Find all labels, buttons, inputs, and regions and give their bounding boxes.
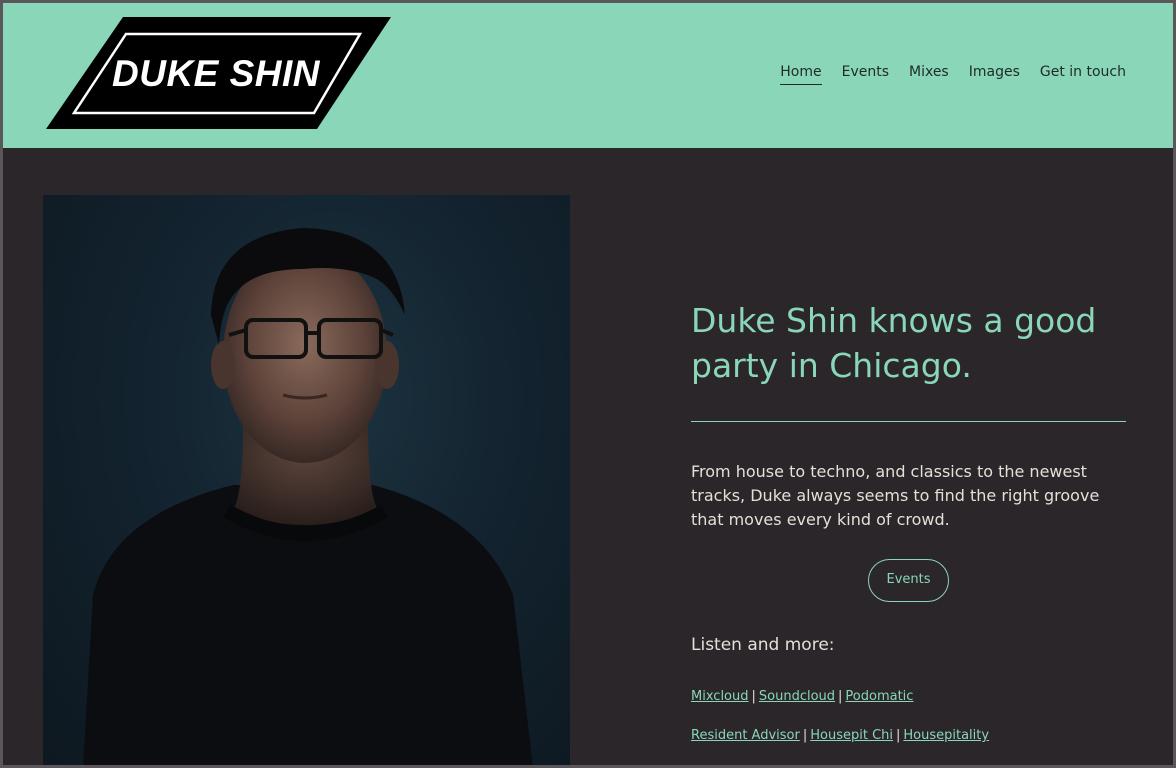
nav-images[interactable]: Images: [969, 64, 1020, 85]
link-resident-advisor[interactable]: Resident Advisor: [691, 728, 800, 743]
link-separator: |: [838, 689, 843, 704]
nav-events[interactable]: Events: [842, 64, 889, 85]
events-button[interactable]: Events: [868, 559, 949, 602]
listen-links-row-2: Resident Advisor | Housepit Chi | Housepital…: [691, 727, 989, 745]
link-separator: |: [751, 689, 756, 704]
nav-mixes[interactable]: Mixes: [909, 64, 949, 85]
link-mixcloud[interactable]: Mixcloud: [691, 689, 749, 704]
nav-home[interactable]: Home: [780, 64, 822, 85]
link-housepit-chi[interactable]: Housepit Chi: [810, 728, 893, 743]
hero-headline: Duke Shin knows a good party in Chicago.: [691, 301, 1097, 385]
listen-links-row-1: Mixcloud | Soundcloud | Podomatic: [691, 688, 913, 706]
listen-heading: Listen and more:: [691, 635, 835, 655]
person-portrait-image: [83, 228, 533, 768]
logo-text: DUKE SHIN: [112, 53, 321, 94]
main-nav: Home Events Mixes Images Get in touch: [780, 64, 1126, 85]
nav-get-in-touch[interactable]: Get in touch: [1040, 64, 1126, 85]
headline-divider: [691, 421, 1126, 422]
hero-intro-text: From house to techno, and classics to th…: [691, 462, 1100, 529]
link-soundcloud[interactable]: Soundcloud: [759, 689, 835, 704]
link-separator: |: [896, 728, 901, 743]
site-header: DUKE SHIN Home Events Mixes Images Get i…: [0, 0, 1176, 148]
link-housepitality[interactable]: Housepitality: [903, 728, 989, 743]
link-separator: |: [802, 728, 808, 743]
link-podomatic[interactable]: Podomatic: [845, 689, 913, 704]
portrait-photo: [43, 195, 570, 768]
